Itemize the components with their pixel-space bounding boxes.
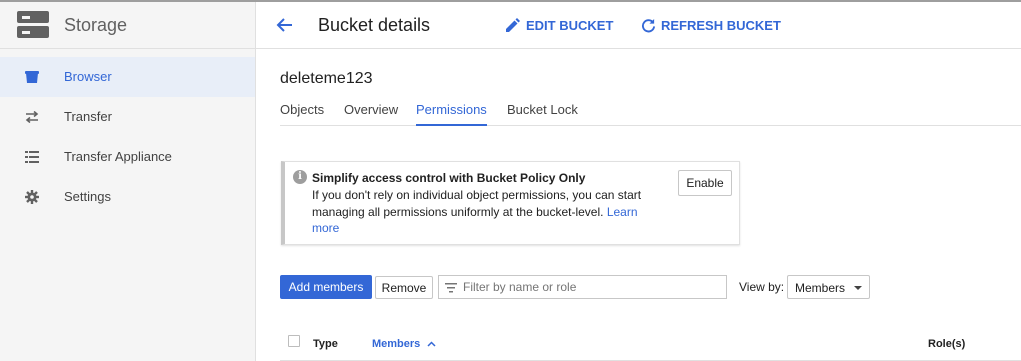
column-roles[interactable]: Role(s) [928, 338, 965, 350]
column-members[interactable]: Members [372, 338, 436, 350]
storage-logo-icon [17, 11, 49, 38]
edit-bucket-button[interactable]: EDIT BUCKET [505, 17, 613, 33]
notice-text: If you don't rely on individual object p… [312, 187, 657, 237]
refresh-bucket-button[interactable]: REFRESH BUCKET [640, 17, 781, 33]
tab-permissions[interactable]: Permissions [416, 102, 487, 126]
sidebar-item-transfer-appliance[interactable]: Transfer Appliance [0, 137, 255, 177]
refresh-icon [640, 17, 656, 33]
app-title: Storage [64, 15, 128, 35]
page-title: Bucket details [318, 15, 431, 35]
sidebar-item-settings[interactable]: Settings [0, 177, 255, 217]
view-by-value: Members [795, 281, 846, 295]
list-icon [24, 149, 40, 165]
bucket-policy-notice: i Simplify access control with Bucket Po… [281, 161, 740, 245]
sort-ascending-icon [427, 338, 436, 350]
add-members-button[interactable]: Add members [280, 275, 372, 299]
transfer-arrows-icon [24, 109, 40, 125]
pencil-icon [505, 17, 521, 33]
edit-bucket-label: EDIT BUCKET [526, 17, 614, 33]
sidebar-item-transfer[interactable]: Transfer [0, 97, 255, 137]
tab-overview[interactable]: Overview [344, 102, 398, 126]
info-icon: i [293, 170, 307, 184]
column-members-label: Members [372, 338, 421, 350]
back-arrow-icon[interactable] [276, 16, 296, 36]
sidebar-item-label: Transfer Appliance [64, 149, 172, 164]
column-type[interactable]: Type [313, 338, 338, 350]
filter-icon [444, 281, 458, 295]
tab-objects[interactable]: Objects [280, 102, 324, 126]
tab-bucket-lock[interactable]: Bucket Lock [507, 102, 578, 126]
refresh-bucket-label: REFRESH BUCKET [661, 17, 781, 33]
enable-button[interactable]: Enable [678, 170, 732, 196]
notice-title: Simplify access control with Bucket Poli… [312, 171, 586, 185]
sidebar-item-label: Settings [64, 189, 111, 204]
view-by-select[interactable]: Members [787, 275, 870, 299]
sidebar: Storage Browser Transfer Transfer Applia… [0, 2, 256, 361]
sidebar-item-label: Transfer [64, 109, 112, 124]
view-by-label: View by: [739, 280, 785, 294]
filter-box [438, 275, 727, 299]
page-header: Bucket details EDIT BUCKET REFRESH BUCKE… [256, 2, 1021, 49]
bucket-icon [24, 69, 40, 85]
remove-button[interactable]: Remove [375, 276, 433, 299]
sidebar-item-label: Browser [64, 69, 112, 84]
bucket-name: deleteme123 [280, 70, 373, 87]
gear-icon [24, 189, 40, 205]
notice-body: If you don't rely on individual object p… [312, 188, 642, 219]
tab-bar: Objects Overview Permissions Bucket Lock [280, 96, 1021, 126]
table-header: Type Members Role(s) [280, 326, 1021, 361]
select-all-checkbox[interactable] [288, 335, 300, 347]
filter-input[interactable] [463, 278, 721, 296]
sidebar-item-browser[interactable]: Browser [0, 57, 255, 97]
chevron-down-icon [854, 286, 862, 290]
sidebar-header: Storage [0, 2, 255, 49]
